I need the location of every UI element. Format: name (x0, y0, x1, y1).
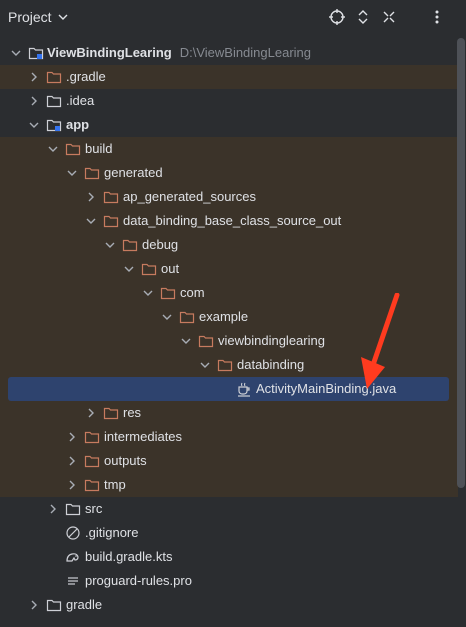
chevron-down-icon[interactable] (142, 287, 154, 299)
tree-item-gradle-hidden[interactable]: .gradle (0, 65, 458, 89)
chevron-down-icon[interactable] (199, 359, 211, 371)
folder-icon (46, 95, 62, 108)
excluded-folder-icon (103, 215, 119, 228)
chevron-right-icon[interactable] (28, 71, 40, 83)
tree-item-debug[interactable]: debug (0, 233, 458, 257)
tree-item-label: res (123, 405, 142, 420)
tree-item-proguard[interactable]: proguard-rules.pro (0, 569, 458, 593)
chevron-down-icon[interactable] (66, 167, 78, 179)
vertical-scrollbar[interactable] (457, 38, 465, 488)
annotation-arrow-icon (361, 293, 400, 389)
tree-item-label: com (180, 285, 205, 300)
chevron-down-icon[interactable] (180, 335, 192, 347)
tree-item-label: app (66, 117, 90, 132)
tree-item-label: intermediates (104, 429, 183, 444)
chevron-right-icon[interactable] (28, 95, 40, 107)
text-file-icon (68, 577, 78, 585)
tree-item-build-gradle[interactable]: build.gradle.kts (0, 545, 458, 569)
chevron-down-icon[interactable] (47, 143, 59, 155)
tree-item-label: gradle (66, 597, 103, 612)
tree-item-label: tmp (104, 477, 126, 492)
tree-item-label: debug (142, 237, 179, 252)
chevron-down-icon[interactable] (161, 311, 173, 323)
tree-item-intermediates[interactable]: intermediates (0, 425, 458, 449)
tree-item-label: data_binding_base_class_source_out (123, 213, 342, 228)
tree-item-label: ap_generated_sources (123, 189, 256, 204)
excluded-folder-icon (65, 143, 81, 156)
tree-item-label: viewbindinglearing (218, 333, 325, 348)
tree-item-gitignore[interactable]: .gitignore (0, 521, 458, 545)
chevron-right-icon[interactable] (85, 191, 97, 203)
chevron-down-icon[interactable] (85, 215, 97, 227)
module-folder-icon (28, 47, 44, 60)
tree-item-build[interactable]: build (0, 137, 458, 161)
tree-item-label: .idea (66, 93, 95, 108)
excluded-folder-icon (103, 191, 119, 204)
folder-icon (65, 503, 81, 516)
chevron-down-icon[interactable] (10, 47, 22, 59)
ignore-file-icon (66, 526, 80, 540)
expand-collapse-icon[interactable] (354, 8, 372, 26)
excluded-folder-icon (179, 311, 195, 324)
tree-item-label: ViewBindingLearing D:\ViewBindingLearing (47, 45, 311, 60)
tree-item-src[interactable]: src (0, 497, 458, 521)
locate-icon[interactable] (328, 8, 346, 26)
tree-item-label: build.gradle.kts (85, 549, 173, 564)
tree-item-label: .gitignore (85, 525, 139, 540)
tree-item-label: src (85, 501, 103, 516)
folder-icon (46, 599, 62, 612)
tree-item-ap-generated-sources[interactable]: ap_generated_sources (0, 185, 458, 209)
java-file-icon (238, 382, 250, 397)
close-icon[interactable] (380, 8, 398, 26)
chevron-right-icon[interactable] (28, 599, 40, 611)
root-path: D:\ViewBindingLearing (179, 45, 312, 60)
tree-item-label: databinding (237, 357, 305, 372)
tree-item-out[interactable]: out (0, 257, 458, 281)
chevron-right-icon[interactable] (66, 431, 78, 443)
excluded-folder-icon (84, 455, 100, 468)
module-folder-icon (46, 119, 62, 132)
tree-item-res[interactable]: res (0, 401, 458, 425)
tree-item-label: proguard-rules.pro (85, 573, 192, 588)
tree-item-label: .gradle (66, 69, 106, 84)
chevron-down-icon[interactable] (104, 239, 116, 251)
excluded-folder-icon (122, 239, 138, 252)
tree-item-app[interactable]: app (0, 113, 458, 137)
tree-item-label: outputs (104, 453, 147, 468)
chevron-down-icon[interactable] (123, 263, 135, 275)
chevron-down-icon[interactable] (28, 119, 40, 131)
panel-title[interactable]: Project (8, 9, 52, 25)
tree-item-label: out (161, 261, 180, 276)
excluded-folder-icon (84, 167, 100, 180)
chevron-down-icon[interactable] (57, 11, 69, 23)
tree-item-outputs[interactable]: outputs (0, 449, 458, 473)
project-panel-header: Project (0, 0, 466, 34)
tree-item-label: generated (104, 165, 163, 180)
chevron-right-icon[interactable] (66, 455, 78, 467)
excluded-folder-icon (141, 263, 157, 276)
gradle-icon (66, 553, 79, 562)
excluded-folder-icon (103, 407, 119, 420)
excluded-folder-icon (84, 479, 100, 492)
tree-item-generated[interactable]: generated (0, 161, 458, 185)
chevron-right-icon[interactable] (66, 479, 78, 491)
chevron-right-icon[interactable] (47, 503, 59, 515)
excluded-folder-icon (160, 287, 176, 300)
chevron-right-icon[interactable] (85, 407, 97, 419)
excluded-folder-icon (217, 359, 233, 372)
tree-item-gradle[interactable]: gradle (0, 593, 458, 617)
tree-item-data-binding-out[interactable]: data_binding_base_class_source_out (0, 209, 458, 233)
tree-item-root[interactable]: ViewBindingLearing D:\ViewBindingLearing (0, 41, 458, 65)
tree-item-tmp[interactable]: tmp (0, 473, 458, 497)
excluded-folder-icon (46, 71, 62, 84)
tree-item-label: example (199, 309, 249, 324)
tree-item-idea[interactable]: .idea (0, 89, 458, 113)
excluded-folder-icon (84, 431, 100, 444)
excluded-folder-icon (198, 335, 214, 348)
tree-item-label: build (85, 141, 113, 156)
root-name: ViewBindingLearing (47, 45, 172, 60)
more-icon[interactable] (428, 8, 446, 26)
